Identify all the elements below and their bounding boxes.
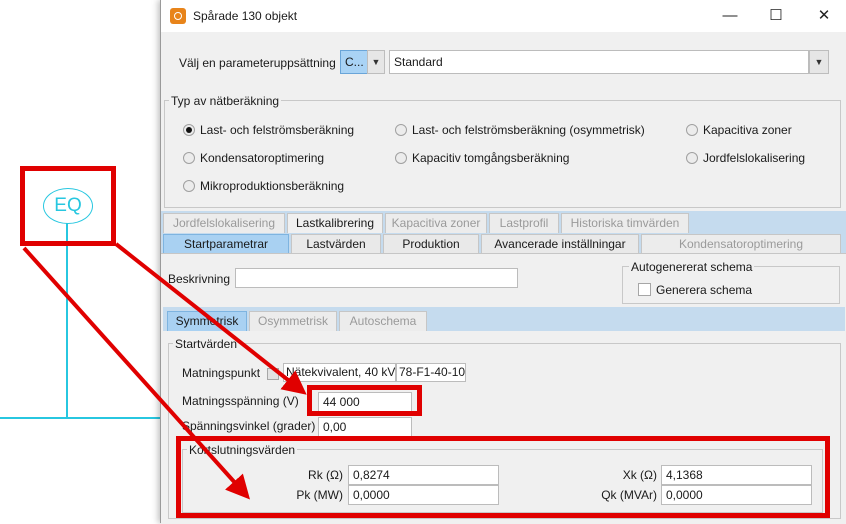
arrow-to-short-circuit	[22, 246, 251, 500]
annotation-arrows	[22, 242, 307, 500]
arrow-to-voltage	[114, 242, 307, 395]
